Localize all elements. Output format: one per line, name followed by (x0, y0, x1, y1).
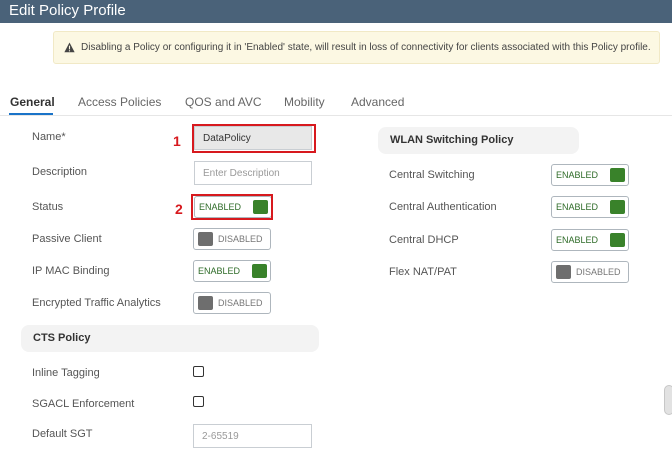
tab-advanced[interactable]: Advanced (351, 95, 404, 109)
toggle-knob (610, 233, 625, 247)
toggle-knob (198, 296, 213, 310)
ip-mac-binding-toggle-text: ENABLED (198, 266, 241, 276)
cts-policy-title: CTS Policy (33, 332, 91, 344)
cts-policy-section-header: CTS Policy (21, 325, 319, 352)
passive-client-label: Passive Client (32, 233, 102, 245)
annotation-highlight-2 (191, 194, 273, 220)
scrollbar-handle[interactable] (664, 385, 672, 415)
central-dhcp-toggle[interactable]: ENABLED (551, 229, 629, 251)
encrypted-traffic-toggle-text: DISABLED (218, 298, 263, 308)
central-switching-toggle[interactable]: ENABLED (551, 164, 629, 186)
toggle-knob (198, 232, 213, 246)
name-label: Name* (32, 131, 66, 143)
sgacl-enforcement-checkbox[interactable] (193, 396, 204, 407)
annotation-marker-2: 2 (175, 201, 183, 217)
toggle-knob (252, 264, 267, 278)
ip-mac-binding-toggle[interactable]: ENABLED (193, 260, 271, 282)
inline-tagging-checkbox[interactable] (193, 366, 204, 377)
status-label: Status (32, 201, 64, 213)
inline-tagging-label: Inline Tagging (32, 367, 100, 379)
tab-access-policies[interactable]: Access Policies (78, 95, 161, 109)
flex-nat-pat-label: Flex NAT/PAT (389, 266, 457, 278)
wlan-switching-title: WLAN Switching Policy (390, 134, 514, 146)
flex-nat-pat-toggle[interactable]: DISABLED (551, 261, 629, 283)
dialog-header: Edit Policy Profile (0, 0, 672, 23)
sgacl-enforcement-label: SGACL Enforcement (32, 398, 135, 410)
tab-general[interactable]: General (10, 95, 55, 109)
toggle-knob (556, 265, 571, 279)
wlan-switching-section-header: WLAN Switching Policy (378, 127, 579, 154)
central-authentication-toggle[interactable]: ENABLED (551, 196, 629, 218)
central-authentication-toggle-text: ENABLED (556, 202, 599, 212)
central-dhcp-label: Central DHCP (389, 234, 459, 246)
tabs-divider (0, 115, 672, 116)
encrypted-traffic-toggle[interactable]: DISABLED (193, 292, 271, 314)
dialog-title: Edit Policy Profile (9, 2, 126, 19)
tab-qos-and-avc[interactable]: QOS and AVC (185, 95, 261, 109)
description-label: Description (32, 166, 88, 178)
default-sgt-label: Default SGT (32, 428, 93, 440)
flex-nat-pat-toggle-text: DISABLED (576, 267, 621, 277)
tab-mobility[interactable]: Mobility (284, 95, 325, 109)
central-authentication-label: Central Authentication (389, 201, 497, 213)
central-switching-toggle-text: ENABLED (556, 170, 599, 180)
default-sgt-field[interactable]: 2-65519 (193, 424, 312, 448)
central-dhcp-toggle-text: ENABLED (556, 235, 599, 245)
passive-client-toggle[interactable]: DISABLED (193, 228, 271, 250)
description-field[interactable]: Enter Description (194, 161, 312, 185)
warning-triangle-icon (64, 42, 75, 53)
passive-client-toggle-text: DISABLED (218, 234, 263, 244)
annotation-marker-1: 1 (173, 133, 181, 149)
toggle-knob (610, 200, 625, 214)
ip-mac-binding-label: IP MAC Binding (32, 265, 110, 277)
encrypted-traffic-label: Encrypted Traffic Analytics (32, 297, 161, 309)
toggle-knob (610, 168, 625, 182)
warning-text: Disabling a Policy or configuring it in … (81, 42, 651, 53)
annotation-highlight-1 (192, 124, 316, 153)
warning-banner: Disabling a Policy or configuring it in … (53, 31, 660, 64)
central-switching-label: Central Switching (389, 169, 475, 181)
